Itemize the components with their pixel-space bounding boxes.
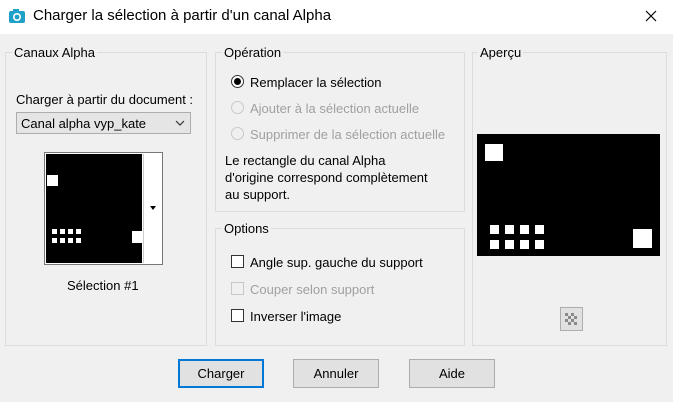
checkbox-crop-to-canvas-label: Couper selon support [250, 282, 375, 297]
checkerboard-icon [565, 313, 577, 325]
selection-label: Sélection #1 [67, 278, 139, 293]
thumb-square [52, 229, 57, 234]
document-select-value: Canal alpha vyp_kate [21, 116, 147, 131]
preview-square [505, 240, 514, 249]
preview-square [490, 225, 499, 234]
preview-square [485, 144, 503, 161]
checkbox-crop-to-canvas[interactable] [231, 282, 244, 295]
checkbox-top-left-corner[interactable] [231, 255, 244, 268]
operation-info-line: au support. [225, 187, 291, 202]
preview-square [535, 225, 544, 234]
scroll-arrow-icon [150, 206, 156, 210]
radio-subtract-selection[interactable] [231, 127, 244, 140]
title-bar: Charger la sélection à partir d'un canal… [0, 0, 673, 34]
preview-square [520, 240, 529, 249]
channel-thumbnail-image [46, 154, 142, 263]
options-group-label: Options [222, 221, 271, 236]
preview-toggle-button[interactable] [560, 307, 583, 331]
thumb-square [132, 231, 142, 243]
chevron-down-icon [175, 120, 185, 126]
preview-square [520, 225, 529, 234]
radio-subtract-selection-label: Supprimer de la sélection actuelle [250, 127, 446, 142]
radio-add-selection-label: Ajouter à la sélection actuelle [250, 101, 420, 116]
help-button[interactable]: Aide [409, 359, 495, 388]
window-title: Charger la sélection à partir d'un canal… [33, 7, 332, 24]
radio-replace-selection[interactable] [231, 75, 244, 88]
thumb-square [76, 238, 81, 243]
channel-thumbnail[interactable] [44, 152, 163, 265]
thumb-square [60, 238, 65, 243]
operation-group-label: Opération [222, 45, 284, 60]
thumb-square [68, 238, 73, 243]
checkbox-invert-image[interactable] [231, 309, 244, 322]
preview-square [535, 240, 544, 249]
thumb-square [60, 229, 65, 234]
close-icon [645, 10, 656, 22]
checkbox-top-left-corner-label: Angle sup. gauche du support [250, 255, 423, 270]
load-button[interactable]: Charger [178, 359, 264, 388]
preview-square [490, 240, 499, 249]
alpha-channels-group-label: Canaux Alpha [12, 45, 97, 60]
preview-square [633, 229, 652, 248]
load-from-label: Charger à partir du document : [16, 92, 194, 107]
operation-info-line: d'origine correspond complètement [225, 170, 428, 185]
document-select[interactable]: Canal alpha vyp_kate [16, 112, 191, 134]
radio-add-selection[interactable] [231, 101, 244, 114]
thumb-square [76, 229, 81, 234]
camera-icon [9, 9, 25, 23]
operation-info-line: Le rectangle du canal Alpha [225, 153, 386, 168]
channel-scroll[interactable] [143, 154, 162, 263]
close-button[interactable] [628, 0, 673, 32]
radio-replace-selection-label: Remplacer la sélection [250, 75, 382, 90]
preview-square [505, 225, 514, 234]
preview-group-label: Aperçu [478, 45, 524, 60]
thumb-square [52, 238, 57, 243]
thumb-square [68, 229, 73, 234]
preview-image [477, 134, 660, 256]
cancel-button[interactable]: Annuler [293, 359, 379, 388]
thumb-square [47, 175, 58, 186]
checkbox-invert-image-label: Inverser l'image [250, 309, 342, 324]
